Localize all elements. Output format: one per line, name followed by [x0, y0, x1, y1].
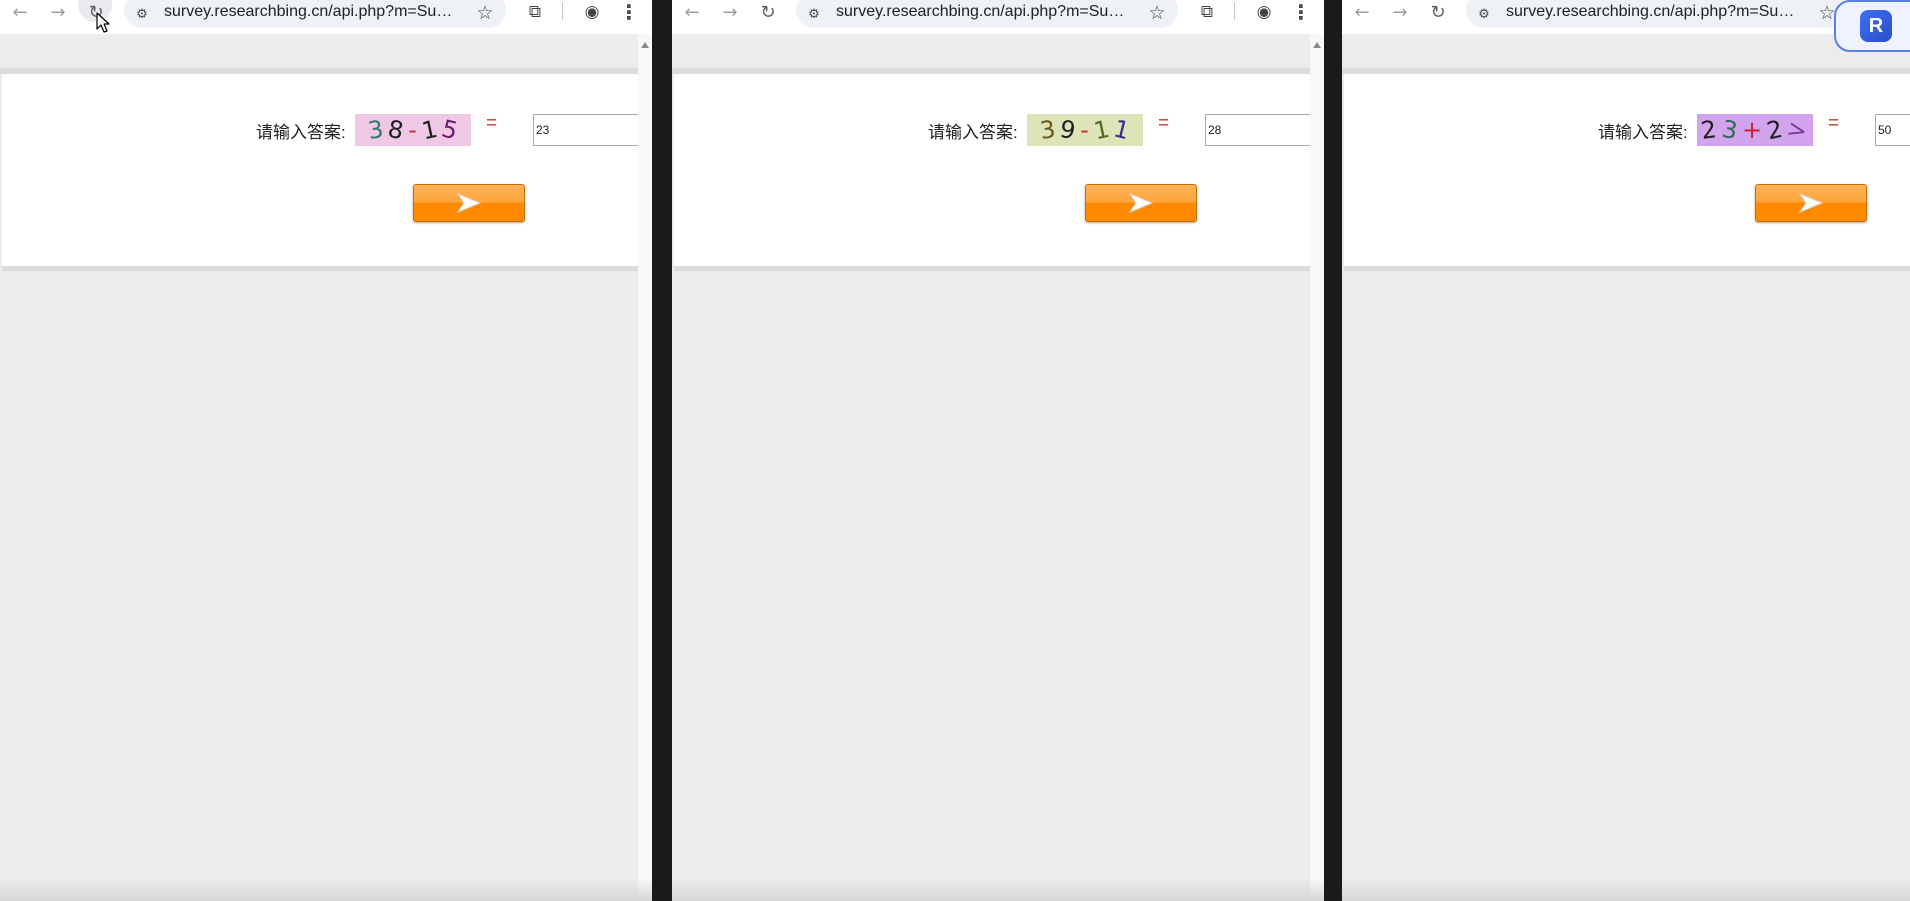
answer-prompt-label: 请输入答案: [1598, 123, 1688, 142]
captcha-char: 8 [385, 114, 407, 146]
scroll-up-arrow-icon[interactable] [641, 42, 649, 48]
back-arrow-icon: ← [684, 1, 700, 23]
equals-sign: = [1158, 113, 1170, 134]
url-text: survey.researchbing.cn/api.php?m=Surv... [1506, 3, 1798, 20]
back-arrow-icon: ← [1354, 1, 1370, 23]
address-bar[interactable]: ⚙ survey.researchbing.cn/api.php?m=Surv.… [124, 0, 506, 28]
back-button[interactable]: ← [1344, 0, 1380, 24]
browser-toolbar: ← → ↻ ⚙ survey.researchbing.cn/api.php?m… [672, 0, 1324, 34]
address-bar[interactable]: ⚙ survey.researchbing.cn/api.php?m=Surv.… [796, 0, 1178, 28]
captcha-char: > [1784, 114, 1812, 146]
bookmark-star-icon[interactable]: ☆ [474, 2, 496, 24]
bottom-shade [672, 879, 1324, 901]
url-text: survey.researchbing.cn/api.php?m=Surv... [164, 3, 456, 20]
captcha-card [674, 74, 1324, 271]
extensions-icon[interactable]: ⧉ [1194, 0, 1220, 24]
bookmark-star-icon[interactable]: ☆ [1146, 2, 1168, 24]
address-bar[interactable]: ⚙ survey.researchbing.cn/api.php?m=Surv.… [1466, 0, 1848, 28]
assistant-floating-badge[interactable]: R [1834, 0, 1910, 52]
submit-button[interactable] [1085, 184, 1197, 222]
captcha-image[interactable]: 39-11 [1027, 114, 1143, 146]
captcha-image[interactable]: 38-15 [355, 114, 471, 146]
browser-menu-icon[interactable]: ⋮ [616, 0, 642, 24]
browser-window-1: ← → ↻ ⚙ survey.researchbing.cn/api.php?m… [0, 0, 652, 901]
answer-prompt-label: 请输入答案: [256, 123, 346, 142]
mouse-cursor-icon [96, 12, 110, 33]
browser-toolbar: ← → ↻ ⚙ survey.researchbing.cn/api.php?m… [1342, 0, 1910, 34]
site-settings-icon[interactable]: ⚙ [132, 4, 152, 24]
equals-sign: = [1828, 113, 1840, 134]
browser-window-3: ← → ↻ ⚙ survey.researchbing.cn/api.php?m… [1342, 0, 1910, 901]
forward-arrow-icon: → [722, 1, 738, 23]
url-text: survey.researchbing.cn/api.php?m=Surv... [836, 3, 1128, 20]
assistant-robot-icon: R [1860, 10, 1892, 42]
reload-icon: ↻ [1430, 1, 1446, 23]
bottom-shade [1342, 879, 1910, 901]
back-arrow-icon: ← [12, 1, 28, 23]
profile-icon[interactable]: ◉ [579, 0, 605, 24]
captcha-char: 3 [1037, 115, 1058, 145]
forward-button[interactable]: → [1382, 0, 1418, 24]
reload-icon: ↻ [760, 1, 776, 23]
next-arrow-icon [1798, 192, 1824, 214]
reload-button[interactable]: ↻ [750, 0, 786, 24]
captcha-card [2, 74, 652, 271]
bottom-shade [0, 879, 652, 901]
next-arrow-icon [1128, 192, 1154, 214]
back-button[interactable]: ← [2, 0, 38, 24]
profile-icon[interactable]: ◉ [1251, 0, 1277, 24]
forward-button[interactable]: → [40, 0, 76, 24]
site-settings-icon[interactable]: ⚙ [1474, 4, 1494, 24]
captcha-char: 1 [1110, 114, 1134, 146]
captcha-card [1344, 74, 1910, 271]
vertical-scrollbar[interactable] [638, 34, 652, 901]
captcha-image[interactable]: 2 3 +2 > [1697, 114, 1813, 146]
captcha-char: + [1742, 116, 1764, 144]
captcha-char: 9 [1057, 114, 1079, 146]
forward-arrow-icon: → [50, 1, 66, 23]
captcha-char: - [1080, 116, 1090, 144]
answer-input[interactable] [533, 114, 638, 146]
submit-button[interactable] [413, 184, 525, 222]
vertical-scrollbar[interactable] [1310, 34, 1324, 901]
next-arrow-icon [456, 192, 482, 214]
forward-arrow-icon: → [1392, 1, 1408, 23]
scroll-up-arrow-icon[interactable] [1313, 42, 1321, 48]
extensions-icon[interactable]: ⧉ [522, 0, 548, 24]
answer-input[interactable] [1875, 114, 1910, 146]
equals-sign: = [486, 113, 498, 134]
submit-button[interactable] [1755, 184, 1867, 222]
answer-prompt-label: 请输入答案: [928, 123, 1018, 142]
captcha-char: 3 [365, 115, 386, 145]
toolbar-divider [562, 2, 563, 20]
browser-menu-icon[interactable]: ⋮ [1288, 0, 1314, 24]
back-button[interactable]: ← [674, 0, 710, 24]
browser-window-2: ← → ↻ ⚙ survey.researchbing.cn/api.php?m… [672, 0, 1324, 901]
forward-button[interactable]: → [712, 0, 748, 24]
captcha-char: 5 [438, 114, 462, 146]
reload-button[interactable]: ↻ [1420, 0, 1456, 24]
toolbar-divider [1234, 2, 1235, 20]
captcha-char: 1 [1091, 114, 1113, 146]
captcha-char: - [408, 116, 418, 144]
captcha-char: 2 [1699, 115, 1720, 145]
captcha-char: 3 [1719, 114, 1741, 146]
site-settings-icon[interactable]: ⚙ [804, 4, 824, 24]
captcha-char: 1 [419, 114, 441, 146]
answer-input[interactable] [1205, 114, 1310, 146]
